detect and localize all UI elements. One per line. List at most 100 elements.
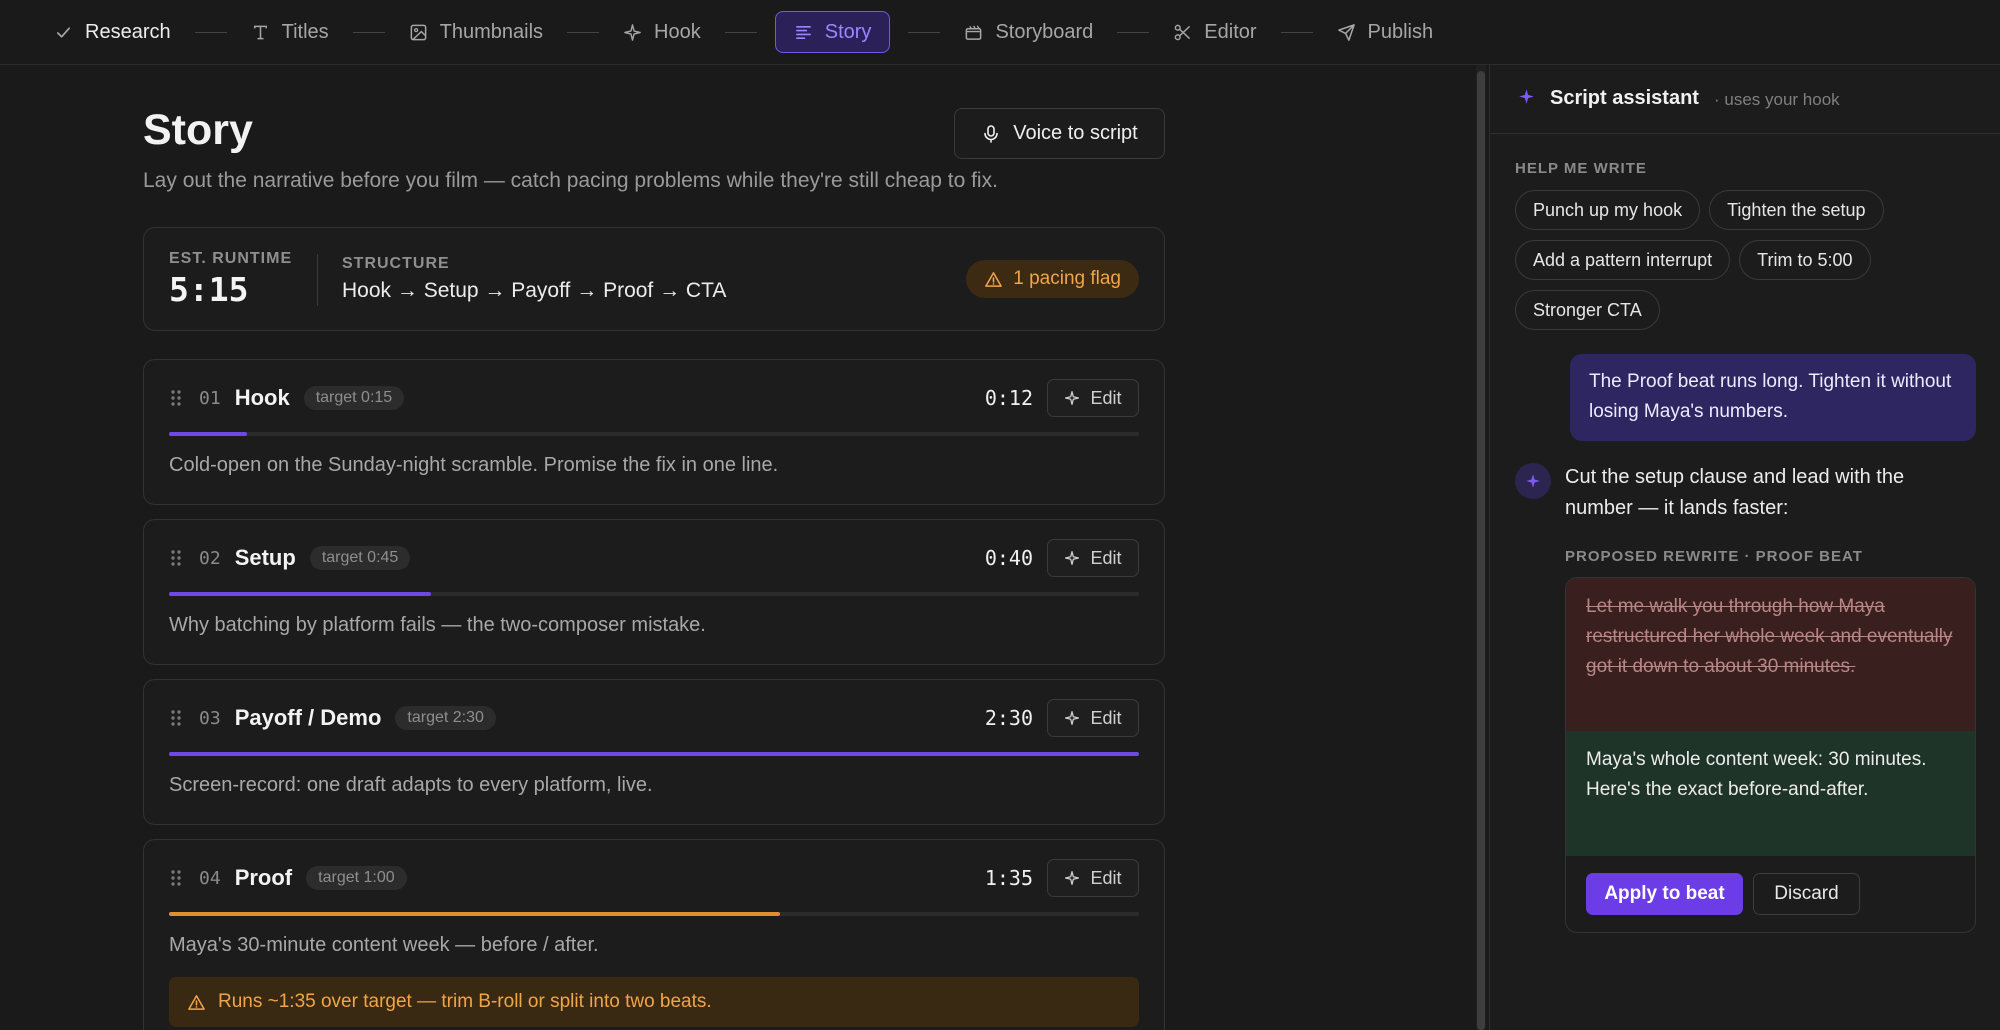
pacing-flag-label: 1 pacing flag [1013,268,1121,289]
assistant-avatar [1515,463,1551,499]
beat-target: target 0:15 [303,386,405,410]
sparkle-icon [1065,550,1080,566]
pacing-flag-badge[interactable]: 1 pacing flag [966,260,1139,298]
assistant-message: Cut the setup clause and lead with the n… [1565,466,1905,519]
apply-to-beat-button[interactable]: Apply to beat [1586,873,1743,915]
step-label: Publish [1367,20,1434,43]
warning-icon [985,271,1003,287]
beat-time: 2:30 [984,706,1033,730]
runtime-summary: EST. RUNTIME 5:15 STRUCTURE Hook → Setup… [143,227,1165,331]
beat-description: Maya's 30-minute content week — before /… [169,934,599,956]
edit-label: Edit [1090,387,1122,408]
edit-beat-button[interactable]: Edit [1047,859,1139,897]
beat-name: Payoff / Demo [234,705,382,730]
step-publish[interactable]: Publish [1331,11,1440,53]
step-titles[interactable]: Titles [245,11,335,53]
beat-card: 03 Payoff / Demo target 2:30 2:30 Edit S… [143,679,1165,825]
sparkle-icon [1065,710,1080,726]
chip-trim-to-time[interactable]: Trim to 5:00 [1739,240,1871,280]
discard-button[interactable]: Discard [1753,873,1860,915]
beat-header: 03 Payoff / Demo target 2:30 2:30 Edit [169,699,1139,737]
added-text: Maya's whole content week: 30 minutes. H… [1566,731,1975,856]
step-story[interactable]: Story [774,11,891,53]
sparkle-icon [624,23,641,41]
assistant-subtitle: · uses your hook [1714,90,1840,109]
check-icon [56,26,71,38]
voice-to-script-button[interactable]: Voice to script [954,108,1165,159]
assistant-header: Script assistant · uses your hook [1490,65,2000,134]
beat-name: Proof [234,865,293,890]
runtime-label: EST. RUNTIME [169,250,293,267]
rewrite-label: PROPOSED REWRITE · PROOF BEAT [1565,548,1863,565]
edit-beat-button[interactable]: Edit [1047,699,1139,737]
type-icon [253,25,267,39]
beat-progress-track [169,592,1139,596]
beat-time: 0:40 [984,546,1033,570]
beat-number: 04 [199,867,221,889]
drag-handle-icon[interactable] [169,388,183,408]
workflow-stepper: Research Titles Thumbnails Hook Story St… [0,0,2000,65]
beat-progress-track [169,912,1139,916]
page-title: Story [143,106,253,154]
structure-label: STRUCTURE [342,255,450,272]
beat-card: 02 Setup target 0:45 0:40 Edit Why batch… [143,519,1165,665]
beat-target: target 0:45 [309,546,411,570]
beat-time: 1:35 [984,866,1033,890]
step-storyboard[interactable]: Storyboard [958,11,1099,53]
beat-progress-fill [169,592,431,596]
edit-label: Edit [1090,867,1122,888]
beat-name: Hook [234,385,290,410]
drag-handle-icon[interactable] [169,548,183,568]
beat-description: Why batching by platform fails — the two… [169,614,706,636]
scrollbar-thumb[interactable] [1477,71,1485,1030]
beat-progress-track [169,432,1139,436]
step-separator [908,31,941,33]
drag-handle-icon[interactable] [169,868,183,888]
beat-name: Setup [234,545,296,570]
edit-beat-button[interactable]: Edit [1047,539,1139,577]
story-editor: Story Voice to script Lay out the narrat… [143,65,1165,1030]
step-separator [194,31,227,33]
chip-punch-up-hook[interactable]: Punch up my hook [1515,190,1701,230]
step-separator [1117,31,1150,33]
chip-pattern-interrupt[interactable]: Add a pattern interrupt [1515,240,1731,280]
chip-tighten-setup[interactable]: Tighten the setup [1709,190,1884,230]
beat-progress-track [169,752,1139,756]
edit-beat-button[interactable]: Edit [1047,379,1139,417]
step-separator [724,31,757,33]
warning-icon [188,994,205,1010]
beat-header: 01 Hook target 0:15 0:12 Edit [169,379,1139,417]
divider [317,254,318,306]
clapperboard-icon [966,24,982,40]
drag-handle-icon[interactable] [169,708,183,728]
step-editor[interactable]: Editor [1167,11,1262,53]
beat-progress-fill [169,432,247,436]
step-separator [1280,31,1313,33]
page-subtitle: Lay out the narrative before you film — … [143,169,998,192]
beat-header: 02 Setup target 0:45 0:40 Edit [169,539,1139,577]
step-label: Storyboard [995,20,1094,43]
beat-progress-fill [169,912,781,916]
help-me-write-label: HELP ME WRITE [1515,160,1647,177]
image-icon [410,24,427,40]
step-label: Hook [654,20,701,43]
text-lines-icon [795,25,811,39]
step-hook[interactable]: Hook [617,11,707,53]
step-research[interactable]: Research [48,11,177,53]
edit-label: Edit [1090,547,1122,568]
pacing-warning-text: Runs ~1:35 over target — trim B-roll or … [218,991,712,1012]
step-label: Research [85,20,171,43]
pacing-warning: Runs ~1:35 over target — trim B-roll or … [169,977,1139,1027]
beat-description: Screen-record: one draft adapts to every… [169,774,653,796]
beat-description: Cold-open on the Sunday-night scramble. … [169,454,779,476]
suggestion-chips: Punch up my hook Tighten the setup Add a… [1515,190,1985,330]
step-thumbnails[interactable]: Thumbnails [403,11,549,53]
beat-number: 02 [199,547,221,569]
chip-stronger-cta[interactable]: Stronger CTA [1515,290,1660,330]
beat-number: 01 [199,387,221,409]
microphone-icon [984,124,999,143]
sparkle-icon [1065,390,1080,406]
runtime-value: 5:15 [169,270,249,309]
step-label: Story [824,20,872,43]
user-message: The Proof beat runs long. Tighten it wit… [1570,354,1976,441]
